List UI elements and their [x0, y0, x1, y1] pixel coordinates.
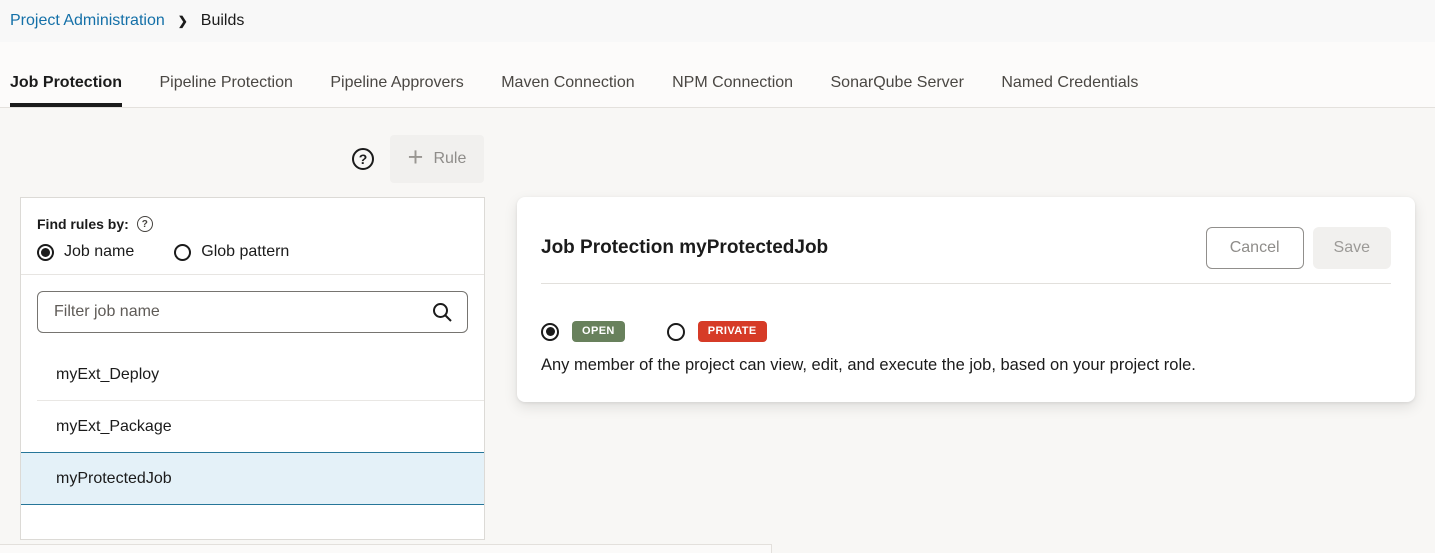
- rules-filter-panel: Find rules by: ? Job name Glob pattern: [20, 197, 485, 540]
- chevron-right-icon: ❯: [178, 14, 188, 28]
- add-rule-button-label: Rule: [433, 150, 466, 168]
- radio-selected-icon: [541, 323, 559, 341]
- radio-open[interactable]: OPEN: [541, 321, 625, 342]
- detail-actions: Cancel Save: [1206, 227, 1391, 269]
- save-button[interactable]: Save: [1313, 227, 1391, 269]
- access-radio-group: OPEN PRIVATE: [541, 321, 1391, 342]
- filter-search-box: [37, 291, 468, 333]
- breadcrumb-link-project-administration[interactable]: Project Administration: [10, 12, 165, 30]
- status-badge-private: PRIVATE: [698, 321, 767, 342]
- help-icon[interactable]: ?: [137, 216, 153, 232]
- radio-job-name[interactable]: Job name: [37, 243, 134, 261]
- search-icon[interactable]: [431, 301, 453, 323]
- radio-selected-icon: [37, 244, 54, 261]
- breadcrumb-current-builds: Builds: [201, 12, 245, 30]
- job-protection-detail-card: Job Protection myProtectedJob Cancel Sav…: [517, 197, 1415, 402]
- access-description: Any member of the project can view, edit…: [541, 356, 1391, 375]
- horizontal-scrollbar-track[interactable]: [0, 544, 772, 553]
- page-title: Job Protection myProtectedJob: [541, 237, 828, 259]
- detail-header: Job Protection myProtectedJob Cancel Sav…: [541, 227, 1391, 269]
- cancel-button[interactable]: Cancel: [1206, 227, 1304, 269]
- find-by-radio-group: Job name Glob pattern: [37, 243, 468, 274]
- add-rule-button[interactable]: + Rule: [390, 135, 484, 183]
- radio-glob-pattern[interactable]: Glob pattern: [174, 243, 289, 261]
- radio-glob-pattern-label: Glob pattern: [201, 243, 289, 261]
- plus-icon: +: [408, 144, 424, 171]
- find-rules-label: Find rules by:: [37, 216, 129, 232]
- rules-toolbar: ? + Rule: [352, 135, 1435, 183]
- tab-job-protection[interactable]: Job Protection: [10, 74, 122, 107]
- divider: [21, 274, 484, 275]
- list-item-myprotectedjob-selected[interactable]: myProtectedJob: [21, 452, 484, 505]
- tab-sonarqube-server[interactable]: SonarQube Server: [831, 74, 964, 107]
- radio-unselected-icon: [174, 244, 191, 261]
- job-list: myExt_Deploy myExt_Package myProtectedJo…: [21, 349, 484, 505]
- status-badge-open: OPEN: [572, 321, 625, 342]
- tab-named-credentials[interactable]: Named Credentials: [1001, 74, 1138, 107]
- radio-unselected-icon: [667, 323, 685, 341]
- find-rules-label-row: Find rules by: ?: [37, 216, 468, 232]
- tab-maven-connection[interactable]: Maven Connection: [501, 74, 634, 107]
- list-item-myext-deploy[interactable]: myExt_Deploy: [21, 349, 484, 400]
- filter-job-name-input[interactable]: [38, 292, 431, 332]
- filter-head: Find rules by: ? Job name Glob pattern: [21, 198, 484, 274]
- tab-pipeline-approvers[interactable]: Pipeline Approvers: [330, 74, 463, 107]
- tab-bar: Job Protection Pipeline Protection Pipel…: [0, 42, 1435, 108]
- tab-npm-connection[interactable]: NPM Connection: [672, 74, 793, 107]
- divider: [541, 283, 1391, 284]
- main-content: Find rules by: ? Job name Glob pattern: [0, 183, 1435, 540]
- radio-private[interactable]: PRIVATE: [667, 321, 767, 342]
- tab-pipeline-protection[interactable]: Pipeline Protection: [159, 74, 292, 107]
- radio-job-name-label: Job name: [64, 243, 134, 261]
- list-item-myext-package[interactable]: myExt_Package: [21, 401, 484, 452]
- help-icon[interactable]: ?: [352, 148, 374, 170]
- breadcrumb: Project Administration ❯ Builds: [0, 0, 1435, 42]
